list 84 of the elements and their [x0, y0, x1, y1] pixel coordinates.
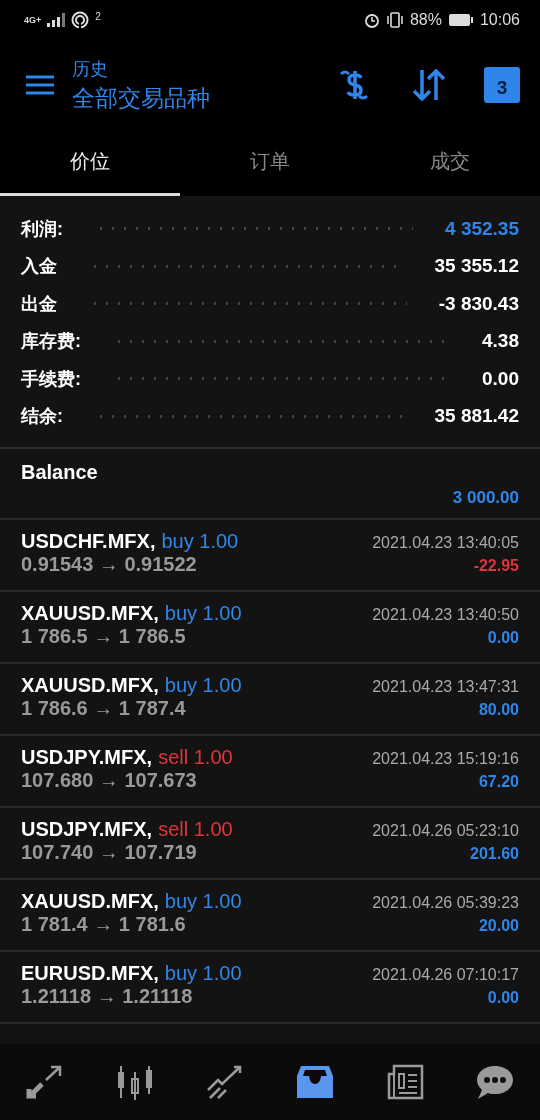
trade-symbol: EURUSD.MFX, — [21, 962, 159, 984]
balance-label: Balance — [21, 461, 99, 484]
trade-profit: -22.95 — [473, 557, 519, 575]
summary-label: 入金 — [21, 255, 57, 279]
header-subtitle: 历史 — [72, 57, 109, 81]
summary-value: 35 881.42 — [434, 405, 519, 428]
header-title: 全部交易品种 — [72, 83, 211, 113]
trade-symbol: USDJPY.MFX, — [21, 746, 153, 768]
trade-order: sell 1.00 — [158, 818, 233, 840]
summary-value: 4.38 — [482, 330, 519, 353]
nav-button[interactable] — [116, 1064, 154, 1100]
trade-order: sell 1.00 — [158, 746, 233, 768]
trade-prices: 1 786.5 → 1 786.5 — [21, 625, 186, 648]
trade-time: 2021.04.26 05:39:23 — [372, 894, 519, 912]
trade-time: 2021.04.23 13:40:50 — [372, 606, 519, 624]
trade-prices: 1.21118 → 1.21118 — [21, 985, 193, 1008]
trend-lines-icon — [206, 1064, 244, 1100]
trade-row[interactable]: USDCHF.MFX, buy 1.00 2021.04.23 13:40:05 0.91543 → 0.91522 -22.95 — [0, 520, 540, 592]
trade-profit: 0.00 — [487, 629, 519, 647]
summary-label: 结余: — [21, 405, 63, 429]
nav-button[interactable] — [386, 1064, 424, 1100]
battery-percent: 88% — [409, 11, 442, 29]
inbox-icon — [296, 1064, 334, 1100]
trade-time: 2021.04.26 05:23:10 — [372, 822, 519, 840]
summary-value: 4 352.35 — [445, 217, 519, 240]
trade-row[interactable]: EURUSD.MFX, buy 1.00 2021.04.26 07:10:17 1.21118 → 1.21118 0.00 — [0, 952, 540, 1024]
trade-order: buy 1.00 — [161, 530, 239, 552]
trade-order: buy 1.00 — [164, 890, 242, 912]
trade-order: buy 1.00 — [164, 962, 242, 984]
trade-profit: 201.60 — [470, 845, 519, 863]
trade-time: 2021.04.23 13:47:31 — [372, 678, 519, 696]
trade-row[interactable]: USDJPY.MFX, sell 1.00 2021.04.23 15:19:16 107.680 → 107.673 67.20 — [0, 736, 540, 808]
chat-bubble-icon — [476, 1064, 514, 1100]
diagonal-arrows-icon — [26, 1064, 64, 1100]
trade-profit: 67.20 — [478, 773, 519, 791]
tab[interactable]: 成交 — [360, 130, 540, 196]
trade-prices: 1 786.6 → 1 787.4 — [21, 697, 186, 720]
trade-profit: 80.00 — [478, 701, 519, 719]
network-type: 4G+ — [24, 15, 42, 25]
balance-amount: 3 000.00 — [452, 488, 519, 508]
trade-symbol: XAUUSD.MFX, — [21, 890, 159, 912]
trade-prices: 107.680 → 107.673 — [21, 769, 197, 792]
trade-time: 2021.04.23 13:40:05 — [372, 534, 519, 552]
trade-symbol: XAUUSD.MFX, — [21, 602, 159, 624]
signal-icon — [47, 13, 66, 27]
nav-button[interactable] — [296, 1064, 334, 1100]
calendar-button[interactable]: 3 — [484, 67, 520, 103]
vibrate-icon — [385, 12, 404, 28]
summary-label: 手续费: — [21, 367, 81, 391]
trade-prices: 107.740 → 107.719 — [21, 841, 197, 864]
trade-row[interactable]: XAUUSD.MFX, buy 1.00 2021.04.26 05:39:23 1 781.4 → 1 781.6 20.00 — [0, 880, 540, 952]
hotspot-icon — [71, 11, 90, 29]
trade-time: 2021.04.23 15:19:16 — [372, 750, 519, 768]
summary-label: 利润: — [21, 217, 63, 241]
trade-row[interactable]: XAUUSD.MFX, buy 1.00 2021.04.23 13:40:50 1 786.5 → 1 786.5 0.00 — [0, 592, 540, 664]
menu-button[interactable] — [26, 74, 54, 96]
nav-button[interactable] — [476, 1064, 514, 1100]
summary-value: 0.00 — [482, 367, 519, 390]
trade-order: buy 1.00 — [164, 674, 242, 696]
hotspot-count: 2 — [95, 11, 101, 22]
summary-value: -3 830.43 — [438, 292, 519, 315]
trade-row[interactable]: XAUUSD.MFX, buy 1.00 2021.04.23 13:47:31 1 786.6 → 1 787.4 80.00 — [0, 664, 540, 736]
trade-profit: 0.00 — [487, 989, 519, 1007]
tab[interactable]: 订单 — [180, 130, 360, 196]
trade-profit: 20.00 — [478, 917, 519, 935]
clock: 10:06 — [479, 11, 520, 29]
candlestick-icon — [116, 1064, 154, 1100]
sort-button[interactable] — [412, 68, 446, 102]
newspaper-icon — [386, 1064, 424, 1100]
nav-button[interactable] — [206, 1064, 244, 1100]
battery-icon — [447, 13, 474, 27]
trade-prices: 1 781.4 → 1 781.6 — [21, 913, 186, 936]
trade-time: 2021.04.26 07:10:17 — [372, 966, 519, 984]
trade-row[interactable]: USDJPY.MFX, sell 1.00 2021.04.26 05:23:10 107.740 → 107.719 201.60 — [0, 808, 540, 880]
trade-symbol: XAUUSD.MFX, — [21, 674, 159, 696]
nav-button[interactable] — [26, 1064, 64, 1100]
trade-symbol: USDCHF.MFX, — [21, 530, 156, 552]
alarm-icon — [363, 12, 380, 28]
summary-label: 库存费: — [21, 330, 81, 354]
trade-prices: 0.91543 → 0.91522 — [21, 553, 197, 576]
summary-label: 出金 — [21, 292, 57, 316]
summary-value: 35 355.12 — [434, 255, 519, 278]
trade-order: buy 1.00 — [164, 602, 242, 624]
trade-symbol: USDJPY.MFX, — [21, 818, 153, 840]
